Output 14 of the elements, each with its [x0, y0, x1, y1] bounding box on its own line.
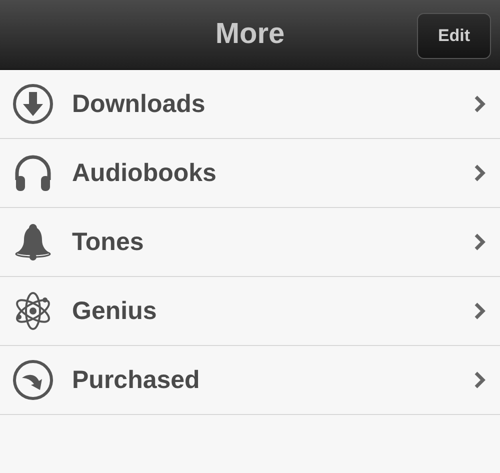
row-label: Tones [72, 228, 145, 256]
chevron-icon [474, 164, 486, 182]
purchased-icon [12, 359, 54, 401]
row-label: Audiobooks [72, 158, 218, 188]
chevron-icon [474, 233, 486, 251]
chevron-icon [474, 371, 486, 389]
chevron-icon [474, 95, 486, 113]
edit-button[interactable]: Edit [417, 13, 491, 59]
row-label: Downloads [72, 90, 206, 118]
row-label: Genius [72, 296, 158, 326]
chevron-icon [474, 302, 486, 320]
nav-title: More [215, 18, 285, 51]
row-label: Purchased [72, 366, 201, 394]
download-icon [12, 83, 54, 125]
